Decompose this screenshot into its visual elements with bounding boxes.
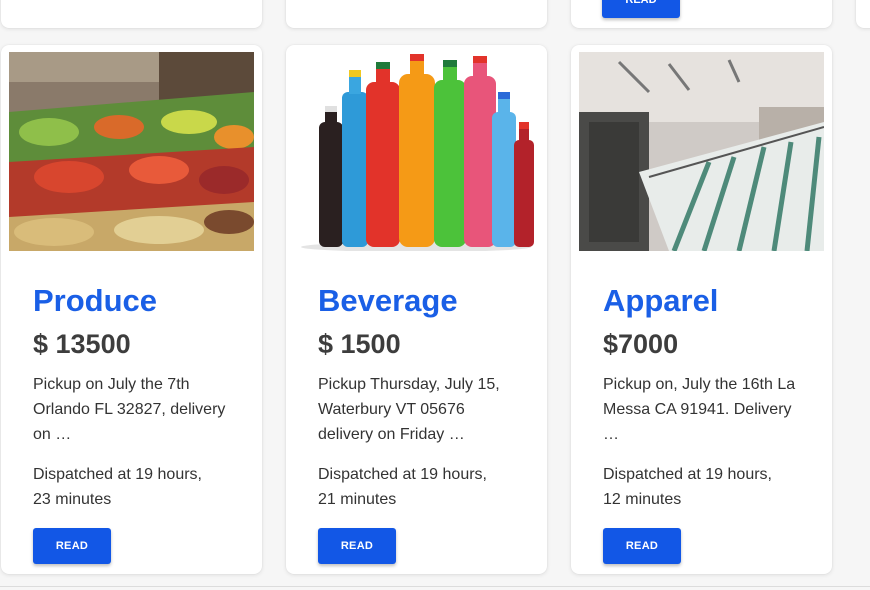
read-button-top[interactable]: READ [602, 0, 680, 18]
card-price: $ 1500 [318, 329, 401, 359]
card-title: Produce [33, 283, 158, 318]
dispatch-time: Dispatched at 19 hours, 12 minutes [603, 466, 772, 508]
card-description: Pickup Thursday, July 15, Waterbury VT 0… [318, 376, 500, 443]
load-card-produce: Produce $ 13500 Pickup on July the 7th O… [1, 45, 262, 574]
read-button[interactable]: READ [318, 528, 396, 564]
apparel-image [579, 52, 824, 251]
load-card-apparel: Apparel $7000 Pickup on, July the 16th L… [571, 45, 832, 574]
dispatch-time: Dispatched at 19 hours, 23 minutes [33, 466, 202, 508]
load-card-beverage: Beverage $ 1500 Pickup Thursday, July 15… [286, 45, 547, 574]
card-description: Pickup on, July the 16th La Messa CA 919… [603, 376, 796, 443]
beverage-image [294, 52, 539, 251]
card-title: Beverage [318, 283, 458, 318]
card-title: Apparel [603, 283, 719, 318]
card-description: Pickup on July the 7th Orlando FL 32827,… [33, 376, 226, 443]
card-partial-top-4 [856, 0, 870, 28]
card-partial-top-2 [286, 0, 547, 28]
card-partial-top-1 [1, 0, 262, 28]
read-button[interactable]: READ [603, 528, 681, 564]
card-price: $ 13500 [33, 329, 131, 359]
bottom-divider [0, 586, 870, 587]
produce-image [9, 52, 254, 251]
read-button[interactable]: READ [33, 528, 111, 564]
card-price: $7000 [603, 329, 679, 359]
dispatch-time: Dispatched at 19 hours, 21 minutes [318, 466, 487, 508]
